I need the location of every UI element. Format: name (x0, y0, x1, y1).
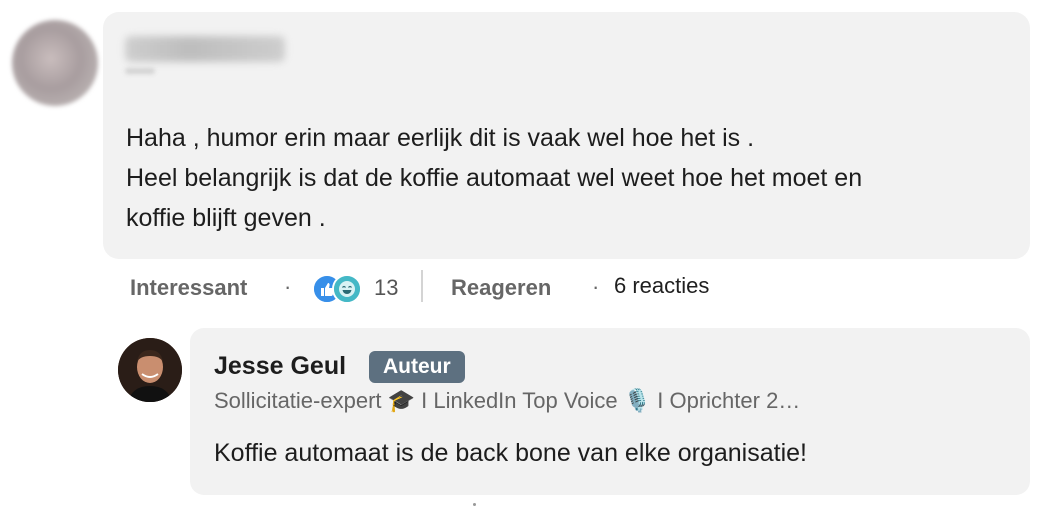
replies-count-link[interactable]: 6 reacties (614, 271, 709, 301)
reaction-summary[interactable] (312, 274, 372, 304)
reaction-count[interactable]: 13 (374, 273, 398, 303)
separator-dot: · (284, 274, 292, 299)
commenter-avatar[interactable] (12, 20, 98, 106)
reaction-button[interactable]: Interessant (130, 273, 247, 303)
reply-author-avatar[interactable] (118, 338, 182, 402)
scroll-indicator (473, 503, 476, 506)
reply-author-name[interactable]: Jesse Geul (214, 350, 346, 382)
action-divider (421, 270, 423, 302)
reply-button[interactable]: Reageren (451, 273, 551, 303)
reply-text: Koffie automaat is de back bone van elke… (214, 439, 807, 467)
comment-thread: Haha , humor erin maar eerlijk dit is va… (0, 0, 1040, 508)
author-badge: Auteur (369, 351, 465, 383)
reply-author-headline: Sollicitatie-expert 🎓 I LinkedIn Top Voi… (214, 388, 801, 413)
commenter-name-blurred[interactable] (125, 36, 285, 62)
commenter-headline-blurred (125, 68, 155, 74)
comment-text: Haha , humor erin maar eerlijk dit is va… (126, 124, 863, 232)
avatar-photo (118, 338, 182, 402)
separator-dot: · (592, 274, 600, 299)
funny-reaction-icon (332, 274, 362, 304)
